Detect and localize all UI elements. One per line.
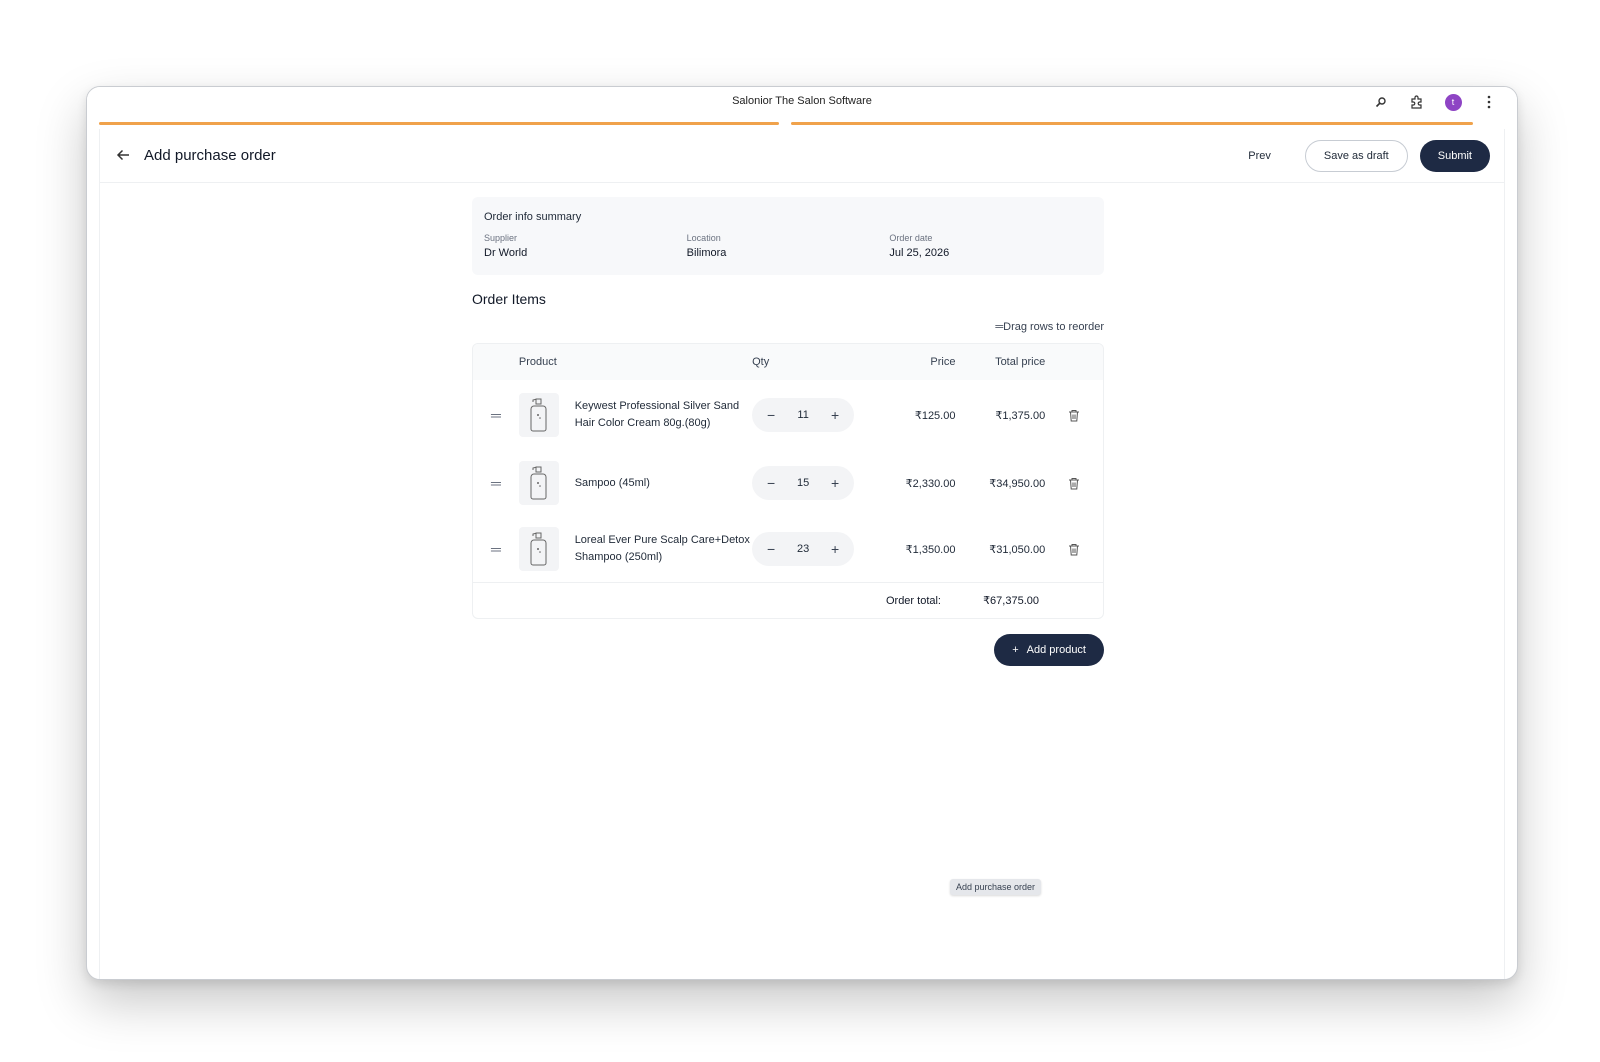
submit-button[interactable]: Submit xyxy=(1419,139,1490,172)
bottle-icon xyxy=(518,393,559,437)
table-row[interactable]: ═ Loreal Ever Pure Scalp Care+Detox Sham… xyxy=(473,516,1103,582)
order-info-summary: Order info summary Supplier Dr World Loc… xyxy=(472,197,1104,275)
quantity-stepper: − 15 + xyxy=(752,466,855,500)
window-title: Salonior The Salon Software xyxy=(732,95,872,107)
column-price: Price xyxy=(930,356,956,368)
extension-icon[interactable] xyxy=(1399,91,1435,113)
order-date-label: Order date xyxy=(889,233,933,243)
qty-value[interactable]: 15 xyxy=(797,477,809,489)
summary-title: Order info summary xyxy=(484,211,582,223)
qty-cell: − 23 + xyxy=(752,532,862,566)
drag-handle-icon[interactable]: ═ xyxy=(473,475,519,491)
drag-hint: ═Drag rows to reorder xyxy=(472,321,1104,333)
qty-value[interactable]: 23 xyxy=(797,543,809,555)
total-price-value: ₹1,375.00 xyxy=(995,409,1046,422)
prev-button[interactable]: Prev xyxy=(1226,142,1293,170)
order-date-value: Jul 25, 2026 xyxy=(889,247,950,259)
add-product-label: Add product xyxy=(1026,644,1086,656)
zoom-icon[interactable] xyxy=(1363,91,1399,113)
drag-handle-icon[interactable]: ═ xyxy=(473,541,519,557)
increment-button[interactable]: + xyxy=(828,407,842,423)
drag-handle-icon: ═ xyxy=(995,321,1004,333)
decrement-button[interactable]: − xyxy=(764,541,778,557)
column-total-price: Total price xyxy=(995,356,1046,368)
table-row[interactable]: ═ Keywest Professional Silver Sand Hair … xyxy=(473,380,1103,450)
price-value: ₹125.00 xyxy=(914,409,956,422)
supplier-label: Supplier xyxy=(484,233,518,243)
qty-cell: − 11 + xyxy=(752,398,862,432)
product-thumbnail xyxy=(518,461,575,505)
more-vertical-icon[interactable] xyxy=(1471,91,1507,113)
product-name: Sampoo (45ml) xyxy=(574,476,650,489)
total-price-value: ₹31,050.00 xyxy=(989,543,1046,556)
back-arrow-icon[interactable] xyxy=(116,145,130,166)
avatar: t xyxy=(1444,93,1462,111)
step-progress-2 xyxy=(791,122,1473,125)
price-value: ₹1,350.00 xyxy=(905,543,956,556)
header-actions: Prev Save as draft Submit xyxy=(1226,139,1490,172)
quantity-stepper: − 11 + xyxy=(752,398,855,432)
qty-cell: − 15 + xyxy=(752,466,862,500)
trash-icon[interactable] xyxy=(1045,409,1103,422)
add-product-wrap: + Add product xyxy=(472,634,1104,666)
decrement-button[interactable]: − xyxy=(764,407,778,423)
increment-button[interactable]: + xyxy=(828,475,842,491)
column-qty: Qty xyxy=(752,356,770,368)
order-total-row: Order total: ₹67,375.00 xyxy=(473,582,1103,618)
trash-icon[interactable] xyxy=(1045,543,1103,556)
step-progress-1 xyxy=(99,122,779,125)
save-draft-button[interactable]: Save as draft xyxy=(1304,139,1408,172)
location-label: Location xyxy=(686,233,721,243)
bottle-icon xyxy=(518,461,559,505)
table-header: Product Qty Price Total price xyxy=(473,344,1103,380)
supplier-value: Dr World xyxy=(484,247,528,259)
main-panel: Order info summary Supplier Dr World Loc… xyxy=(472,197,1104,666)
title-bar: Salonior The Salon Software t xyxy=(87,87,1517,127)
page-content: Add purchase order Prev Save as draft Su… xyxy=(99,129,1505,979)
location-value: Bilimora xyxy=(686,247,727,259)
increment-button[interactable]: + xyxy=(828,541,842,557)
price-value: ₹2,330.00 xyxy=(905,477,956,490)
plus-icon: + xyxy=(1012,644,1019,656)
decrement-button[interactable]: − xyxy=(764,475,778,491)
quantity-stepper: − 23 + xyxy=(752,532,855,566)
order-total-value: ₹67,375.00 xyxy=(983,595,1039,607)
table-row[interactable]: ═ Sampoo (45ml) − 15 + ₹2,330.00 ₹34,950… xyxy=(473,450,1103,516)
product-name: Loreal Ever Pure Scalp Care+Detox Shampo… xyxy=(574,534,750,563)
drag-hint-text: Drag rows to reorder xyxy=(1003,321,1104,333)
add-product-button[interactable]: + Add product xyxy=(994,634,1104,666)
page-header: Add purchase order Prev Save as draft Su… xyxy=(100,129,1504,183)
app-window: Salonior The Salon Software t Add purcha… xyxy=(86,86,1518,980)
product-thumbnail xyxy=(518,393,575,437)
order-total-label: Order total: xyxy=(885,594,941,607)
trash-icon[interactable] xyxy=(1045,477,1103,490)
product-thumbnail xyxy=(518,527,575,571)
title-bar-icons: t xyxy=(1363,91,1507,113)
order-items-table: Product Qty Price Total price ═ Keywest … xyxy=(472,343,1104,619)
order-items-title: Order Items xyxy=(472,291,546,307)
page-title: Add purchase order xyxy=(144,147,276,164)
total-price-value: ₹34,950.00 xyxy=(989,477,1046,490)
column-product: Product xyxy=(518,355,557,368)
profile-avatar[interactable]: t xyxy=(1435,91,1471,113)
drag-handle-icon[interactable]: ═ xyxy=(473,407,519,423)
tooltip: Add purchase order xyxy=(950,879,1042,895)
summary-grid: Supplier Dr World Location Bilimora Orde… xyxy=(484,233,1092,259)
summary-supplier: Supplier Dr World xyxy=(484,233,687,259)
qty-value[interactable]: 11 xyxy=(797,409,808,421)
product-name: Keywest Professional Silver Sand Hair Co… xyxy=(574,400,740,429)
bottle-icon xyxy=(518,527,559,571)
summary-location: Location Bilimora xyxy=(687,233,890,259)
summary-date: Order date Jul 25, 2026 xyxy=(889,233,1092,259)
